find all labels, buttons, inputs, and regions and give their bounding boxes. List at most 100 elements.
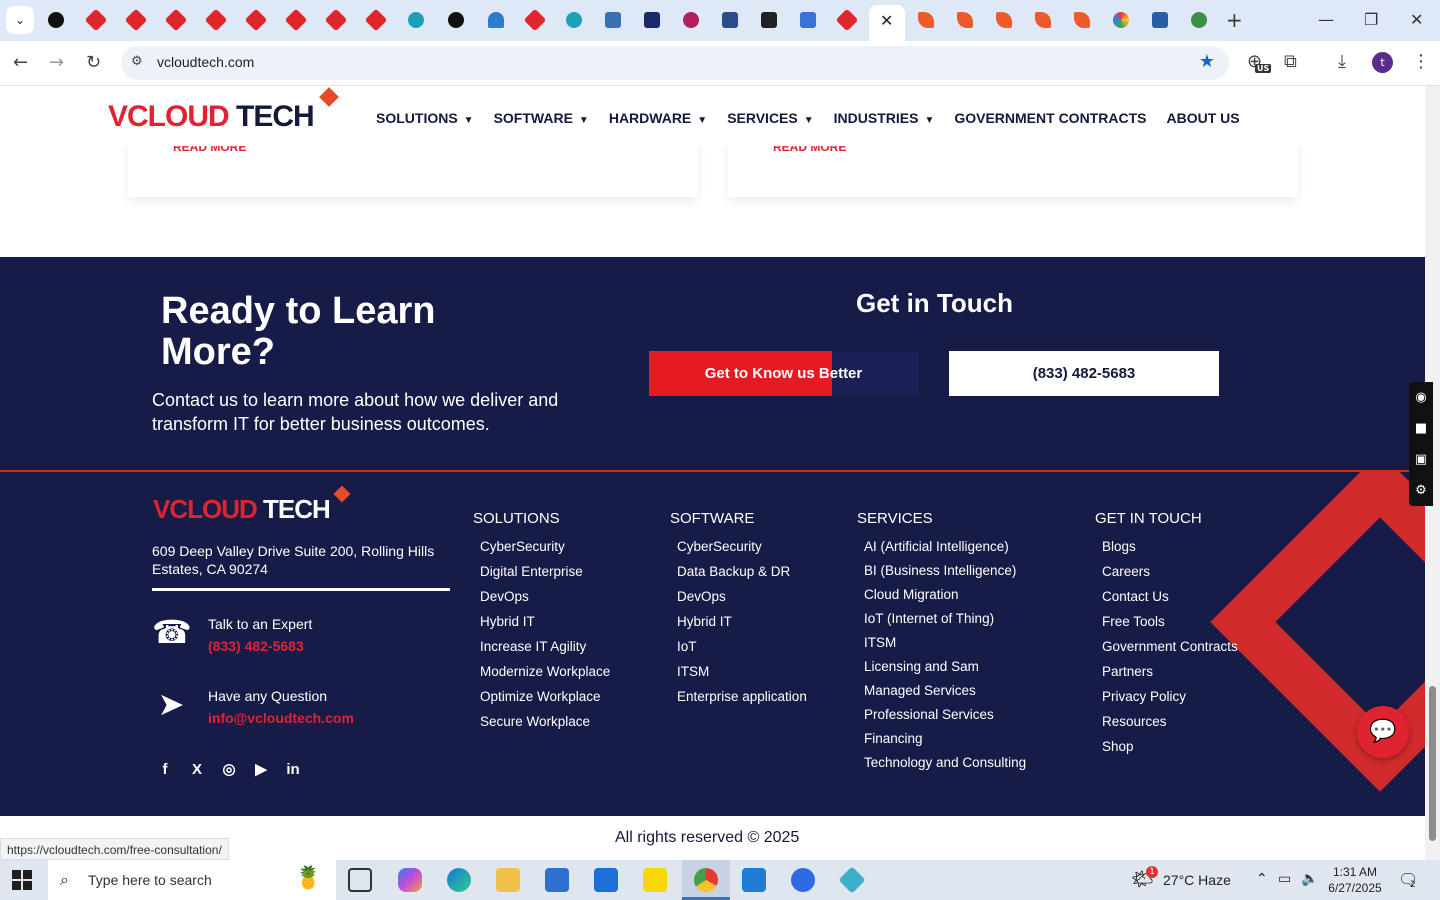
video-icon[interactable]: ■ xyxy=(1415,421,1427,436)
profile-avatar[interactable]: t xyxy=(1372,52,1393,73)
clock[interactable]: 1:31 AM 6/27/2025 xyxy=(1326,864,1384,896)
forward-icon[interactable]: → xyxy=(49,52,64,73)
tab-favicon[interactable] xyxy=(683,12,699,28)
tab-favicon[interactable] xyxy=(835,8,859,32)
copilot-icon[interactable] xyxy=(398,868,422,892)
address-bar[interactable]: ⚙ vcloudtech.com ★ xyxy=(121,46,1229,80)
tab-favicon[interactable] xyxy=(800,12,816,28)
tab-favicon[interactable] xyxy=(408,12,424,28)
footer-link[interactable]: Secure Workplace xyxy=(480,714,610,739)
tab-favicon[interactable] xyxy=(164,8,188,32)
task-view-icon[interactable] xyxy=(348,868,372,892)
tab-favicon[interactable] xyxy=(722,12,738,28)
footer-link[interactable]: ITSM xyxy=(677,664,807,689)
tab-favicon[interactable] xyxy=(244,8,268,32)
mail-icon[interactable] xyxy=(594,868,618,892)
footer-link[interactable]: Hybrid IT xyxy=(480,614,610,639)
footer-link[interactable]: Professional Services xyxy=(864,707,1026,731)
tab-favicon[interactable] xyxy=(523,8,547,32)
vscode-icon[interactable] xyxy=(742,868,766,892)
footer-link[interactable]: CyberSecurity xyxy=(480,539,610,564)
footer-link[interactable]: Partners xyxy=(1102,664,1238,689)
nav-item-about-us[interactable]: ABOUT US xyxy=(1166,110,1239,126)
footer-link[interactable]: Data Backup & DR xyxy=(677,564,807,589)
footer-link[interactable]: BI (Business Intelligence) xyxy=(864,563,1026,587)
tab-favicon[interactable] xyxy=(761,12,777,28)
footer-link[interactable]: Technology and Consulting xyxy=(864,755,1026,779)
app-diamond-icon[interactable] xyxy=(838,866,866,894)
footer-link[interactable]: IoT (Internet of Thing) xyxy=(864,611,1026,635)
footer-link[interactable]: Hybrid IT xyxy=(677,614,807,639)
nav-item-industries[interactable]: INDUSTRIES ▼ xyxy=(834,110,935,126)
nav-item-hardware[interactable]: HARDWARE ▼ xyxy=(609,110,707,126)
file-explorer-icon[interactable] xyxy=(496,868,520,892)
window-icon[interactable]: ▣ xyxy=(1415,452,1427,467)
tab-favicon[interactable] xyxy=(284,8,308,32)
footer-link[interactable]: Optimize Workplace xyxy=(480,689,610,714)
tab-favicon[interactable] xyxy=(644,12,660,28)
network-icon[interactable]: ▭ xyxy=(1278,871,1291,887)
menu-kebab-icon[interactable]: ⋮ xyxy=(1412,51,1430,72)
instagram-icon[interactable]: ◎ xyxy=(219,760,239,780)
tab-favicon[interactable] xyxy=(204,8,228,32)
phone-button[interactable]: (833) 482-5683 xyxy=(949,351,1219,396)
site-info-icon[interactable]: ⚙ xyxy=(131,54,143,69)
footer-link[interactable]: Resources xyxy=(1102,714,1238,739)
tab-favicon[interactable] xyxy=(996,12,1012,28)
footer-link[interactable]: Free Tools xyxy=(1102,614,1238,639)
youtube-icon[interactable]: ▶ xyxy=(251,760,271,780)
restore-icon[interactable]: ❐ xyxy=(1364,10,1378,29)
tab-favicon[interactable] xyxy=(448,12,464,28)
weather-text[interactable]: 27°C Haze xyxy=(1163,872,1231,888)
nav-item-software[interactable]: SOFTWARE ▼ xyxy=(494,110,589,126)
site-logo[interactable]: VCLOUD TECH xyxy=(108,87,339,134)
footer-link[interactable]: Increase IT Agility xyxy=(480,639,610,664)
download-icon[interactable]: ⤓ xyxy=(1338,51,1346,72)
tab-favicon[interactable] xyxy=(957,12,973,28)
url-text[interactable]: vcloudtech.com xyxy=(157,54,254,70)
footer-logo[interactable]: VCLOUD TECH xyxy=(153,485,351,525)
minimize-icon[interactable]: — xyxy=(1318,10,1334,29)
tab-favicon[interactable] xyxy=(324,8,348,32)
nav-item-services[interactable]: SERVICES ▼ xyxy=(727,110,813,126)
store-icon[interactable] xyxy=(545,868,569,892)
footer-link[interactable]: Cloud Migration xyxy=(864,587,1026,611)
tab-favicon[interactable] xyxy=(605,12,621,28)
tab-favicon[interactable] xyxy=(1074,12,1090,28)
volume-icon[interactable]: 🔈 xyxy=(1301,871,1318,887)
facebook-icon[interactable]: f xyxy=(155,760,175,780)
tab-search-button[interactable]: ⌄ xyxy=(6,6,34,34)
footer-link[interactable]: CyberSecurity xyxy=(677,539,807,564)
back-icon[interactable]: ← xyxy=(13,52,28,73)
reload-icon[interactable]: ↻ xyxy=(86,52,101,73)
nav-item-solutions[interactable]: SOLUTIONS ▼ xyxy=(376,110,474,126)
zoom-icon[interactable] xyxy=(791,868,815,892)
extensions-puzzle-icon[interactable]: ⧉ xyxy=(1284,51,1297,72)
footer-link[interactable]: Government Contracts xyxy=(1102,639,1238,664)
tab-favicon[interactable] xyxy=(918,12,934,28)
gear-icon[interactable]: ⚙ xyxy=(1415,483,1427,498)
footer-phone-link[interactable]: (833) 482-5683 xyxy=(208,638,304,654)
tab-favicon[interactable] xyxy=(1152,12,1168,28)
close-window-icon[interactable]: ✕ xyxy=(1410,10,1423,29)
footer-link[interactable]: Blogs xyxy=(1102,539,1238,564)
footer-link[interactable]: AI (Artificial Intelligence) xyxy=(864,539,1026,563)
footer-link[interactable]: IoT xyxy=(677,639,807,664)
bookmark-star-icon[interactable]: ★ xyxy=(1199,51,1215,72)
taskbar-search[interactable]: ⌕ Type here to search 🍍 xyxy=(48,860,336,900)
tab-favicon[interactable] xyxy=(566,12,582,28)
windows-start-icon[interactable] xyxy=(12,870,32,890)
camera-icon[interactable]: ◉ xyxy=(1415,390,1426,405)
new-tab-button[interactable]: + xyxy=(1226,8,1243,32)
close-icon[interactable]: ✕ xyxy=(880,11,893,30)
footer-email-link[interactable]: info@vcloudtech.com xyxy=(208,710,354,726)
footer-link[interactable]: Digital Enterprise xyxy=(480,564,610,589)
footer-link[interactable]: Financing xyxy=(864,731,1026,755)
tab-favicon[interactable] xyxy=(364,8,388,32)
chevron-up-icon[interactable]: ⌃ xyxy=(1256,871,1268,887)
tab-favicon[interactable] xyxy=(1113,12,1129,28)
footer-link[interactable]: DevOps xyxy=(677,589,807,614)
tab-favicon[interactable] xyxy=(1035,12,1051,28)
chrome-icon[interactable] xyxy=(694,868,718,892)
sticky-notes-icon[interactable] xyxy=(643,868,667,892)
